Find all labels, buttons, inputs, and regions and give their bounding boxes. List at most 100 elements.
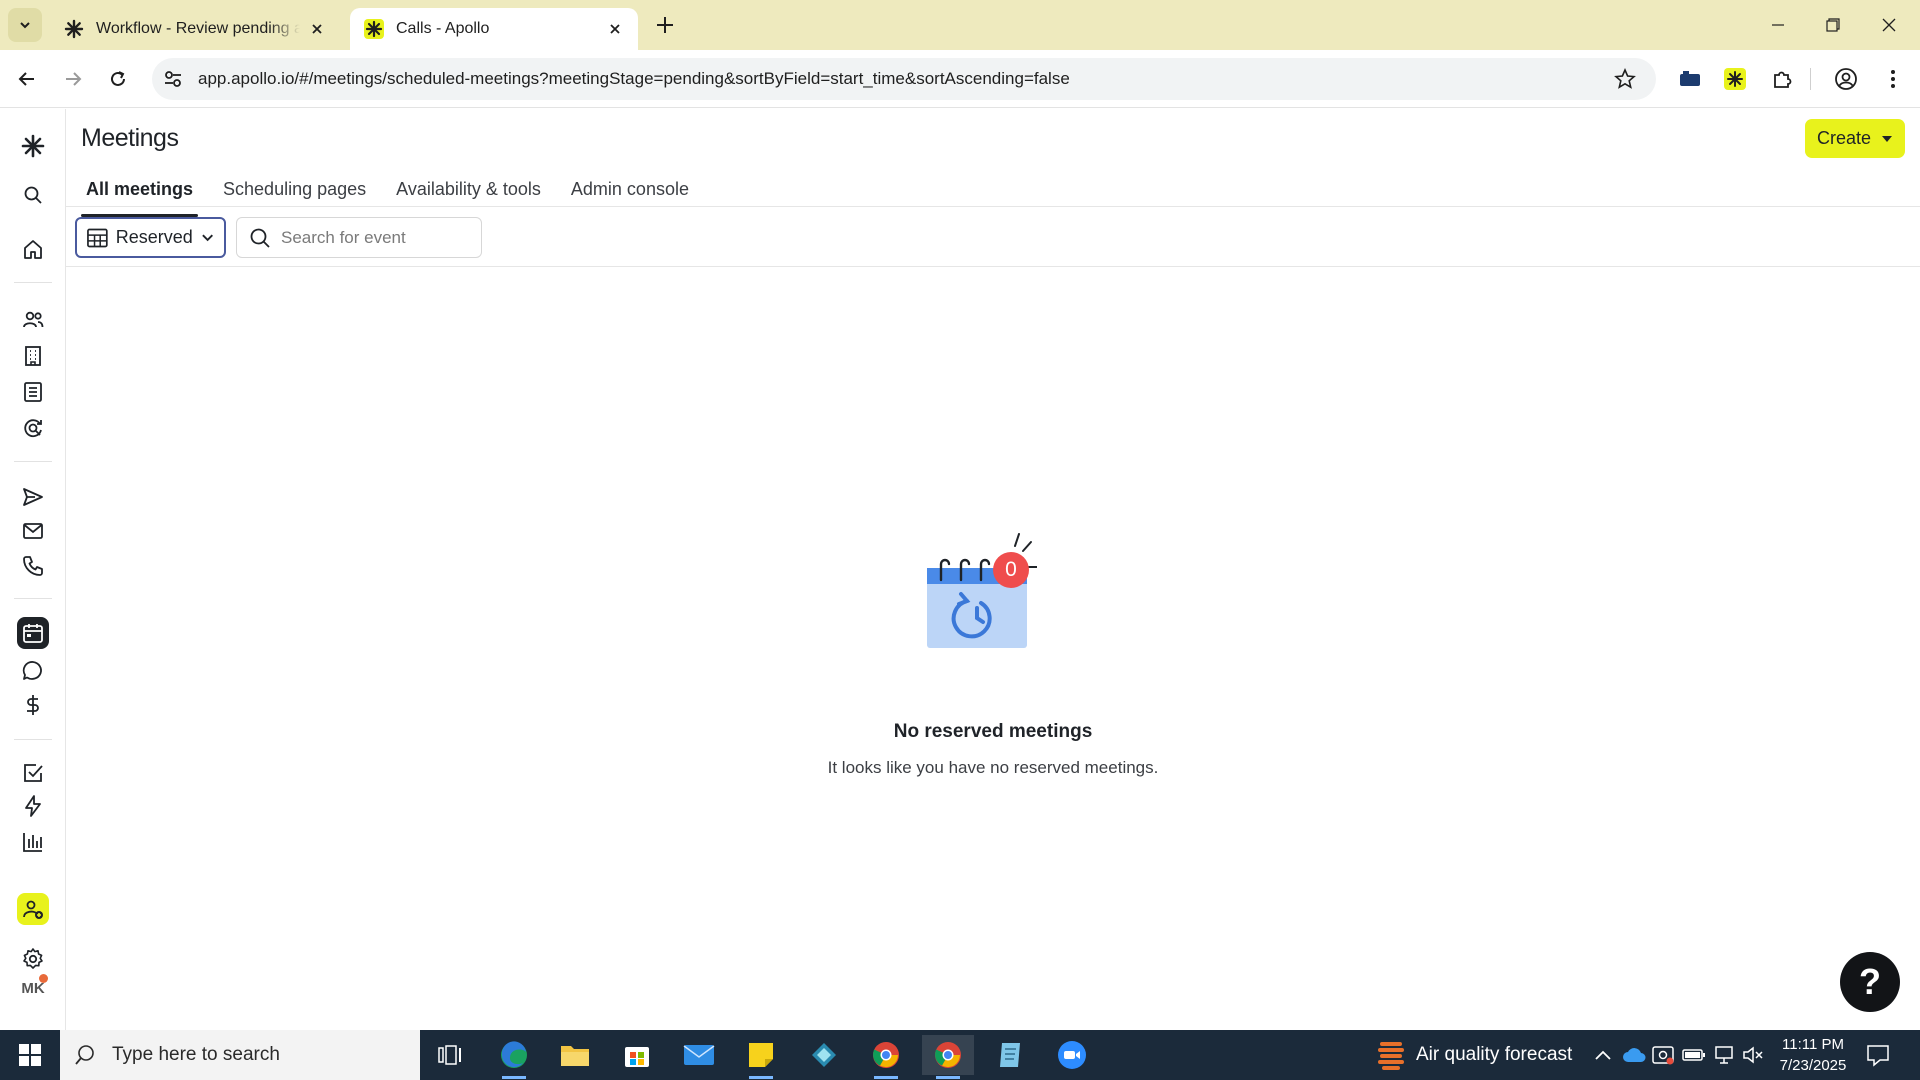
apollo-home-logo[interactable] xyxy=(17,130,49,162)
minimize-icon xyxy=(1772,24,1784,26)
phone-icon xyxy=(23,556,43,576)
tab-admin-console[interactable]: Admin console xyxy=(566,167,694,217)
sidebar-item-meetings[interactable] xyxy=(17,617,49,649)
meet-now-icon xyxy=(1652,1046,1674,1065)
home-icon xyxy=(24,240,42,259)
browser-toolbar: app.apollo.io/#/meetings/scheduled-meeti… xyxy=(0,50,1920,108)
taskbar-clock[interactable]: 11:11 PM 7/23/2025 xyxy=(1768,1034,1858,1076)
extensions-button[interactable] xyxy=(1768,65,1796,93)
sidebar-item-home[interactable] xyxy=(17,234,49,266)
event-search[interactable] xyxy=(236,217,482,258)
mail-icon xyxy=(683,1045,715,1065)
gear-icon xyxy=(23,948,43,969)
start-button[interactable] xyxy=(0,1030,60,1080)
windows-logo-icon xyxy=(19,1044,41,1066)
close-icon[interactable] xyxy=(606,20,624,38)
taskbar-sticky-notes[interactable] xyxy=(735,1035,787,1079)
meeting-view-select[interactable]: Reserved xyxy=(75,217,226,258)
weather-widget[interactable]: Air quality forecast xyxy=(1378,1030,1572,1080)
clock-date: 7/23/2025 xyxy=(1779,1057,1847,1074)
forward-button[interactable] xyxy=(58,64,88,94)
sidebar-item-enrichment[interactable] xyxy=(17,412,49,444)
store-icon xyxy=(625,1047,649,1067)
sidebar-item-deals[interactable] xyxy=(17,689,49,721)
sidebar-item-workflows[interactable] xyxy=(17,790,49,822)
taskbar-store[interactable] xyxy=(611,1035,663,1075)
browser-menu-button[interactable] xyxy=(1879,65,1907,93)
chevron-down-icon xyxy=(202,234,213,241)
extension-camera-button[interactable] xyxy=(1676,65,1704,93)
tray-battery[interactable] xyxy=(1682,1043,1706,1067)
extension-apollo-button[interactable] xyxy=(1721,65,1749,93)
account-circle-icon xyxy=(1835,68,1857,90)
sidebar-item-tasks[interactable] xyxy=(17,757,49,789)
site-settings-icon[interactable] xyxy=(162,68,184,90)
bar-chart-icon xyxy=(23,833,42,852)
taskbar-chrome-active[interactable] xyxy=(922,1035,974,1079)
taskbar-search[interactable]: Type here to search xyxy=(60,1030,420,1080)
tray-onedrive[interactable] xyxy=(1622,1043,1646,1067)
tray-overflow[interactable] xyxy=(1591,1043,1615,1067)
new-tab-icon[interactable] xyxy=(652,12,678,38)
tab-scheduling-pages[interactable]: Scheduling pages xyxy=(218,167,371,217)
chat-bubble-icon xyxy=(22,661,42,680)
close-icon[interactable] xyxy=(308,20,326,38)
tab-search-button[interactable] xyxy=(8,8,42,42)
taskbar-chrome[interactable] xyxy=(860,1035,912,1079)
puzzle-icon xyxy=(1774,71,1792,88)
tabs-divider xyxy=(66,206,1920,207)
back-button[interactable] xyxy=(12,64,42,94)
badge-count: 0 xyxy=(1005,558,1017,581)
sidebar-divider xyxy=(14,282,52,283)
reload-button[interactable] xyxy=(103,64,133,94)
task-view-button[interactable] xyxy=(424,1035,476,1075)
create-button[interactable]: Create xyxy=(1805,119,1905,158)
weather-text: Air quality forecast xyxy=(1416,1044,1573,1065)
sidebar-item-invite[interactable] xyxy=(17,893,49,925)
close-window-button[interactable] xyxy=(1874,10,1904,40)
bookmark-star-icon[interactable] xyxy=(1614,68,1636,90)
taskbar-file-explorer[interactable] xyxy=(549,1035,601,1075)
sidebar-item-emails[interactable] xyxy=(17,515,49,547)
sidebar-item-calls[interactable] xyxy=(17,550,49,582)
minimize-button[interactable] xyxy=(1763,10,1793,40)
sidebar-item-companies[interactable] xyxy=(17,340,49,372)
checkbox-icon xyxy=(24,764,43,782)
tab-title: Calls - Apollo xyxy=(396,20,490,37)
folder-icon xyxy=(561,1046,589,1066)
tray-meet-now[interactable] xyxy=(1651,1043,1675,1067)
browser-tab-workflow[interactable]: Workflow - Review pending app xyxy=(50,8,340,50)
browser-tab-bar: Workflow - Review pending app Calls - Ap… xyxy=(0,0,1920,50)
taskbar-notepad[interactable] xyxy=(984,1035,1036,1075)
sidebar-item-conversations[interactable] xyxy=(17,655,49,687)
sidebar-item-sequences[interactable] xyxy=(17,481,49,513)
taskbar-app-diamond[interactable] xyxy=(798,1035,850,1075)
tab-all-meetings[interactable]: All meetings xyxy=(81,167,199,217)
page-title: Meetings xyxy=(81,124,179,152)
taskbar-edge[interactable] xyxy=(488,1035,540,1079)
address-bar[interactable]: app.apollo.io/#/meetings/scheduled-meeti… xyxy=(152,58,1656,100)
apollo-extension-icon xyxy=(1724,68,1746,90)
tray-network[interactable] xyxy=(1712,1043,1736,1067)
notifications-icon[interactable] xyxy=(1866,1043,1890,1067)
taskbar-zoom[interactable] xyxy=(1046,1035,1098,1075)
search-input[interactable] xyxy=(281,227,461,248)
sidebar-item-lists[interactable] xyxy=(17,376,49,408)
more-vertical-icon xyxy=(1891,70,1895,88)
sidebar-item-analytics[interactable] xyxy=(17,826,49,858)
sidebar-item-people[interactable] xyxy=(17,304,49,336)
restore-button[interactable] xyxy=(1818,10,1848,40)
help-button[interactable]: ? xyxy=(1840,952,1900,1012)
tray-volume[interactable] xyxy=(1741,1043,1765,1067)
refresh-search-icon xyxy=(24,419,42,438)
diamond-app-icon xyxy=(812,1043,836,1067)
invite-user-icon xyxy=(23,900,43,919)
user-avatar[interactable]: MK xyxy=(17,972,49,1004)
taskbar-mail[interactable] xyxy=(673,1035,725,1075)
video-camera-icon xyxy=(1680,71,1700,86)
sidebar-item-search[interactable] xyxy=(17,179,49,211)
browser-tab-calls[interactable]: Calls - Apollo xyxy=(350,8,638,50)
tab-availability-tools[interactable]: Availability & tools xyxy=(391,167,546,217)
profile-button[interactable] xyxy=(1832,65,1860,93)
sidebar-item-settings[interactable] xyxy=(17,943,49,975)
